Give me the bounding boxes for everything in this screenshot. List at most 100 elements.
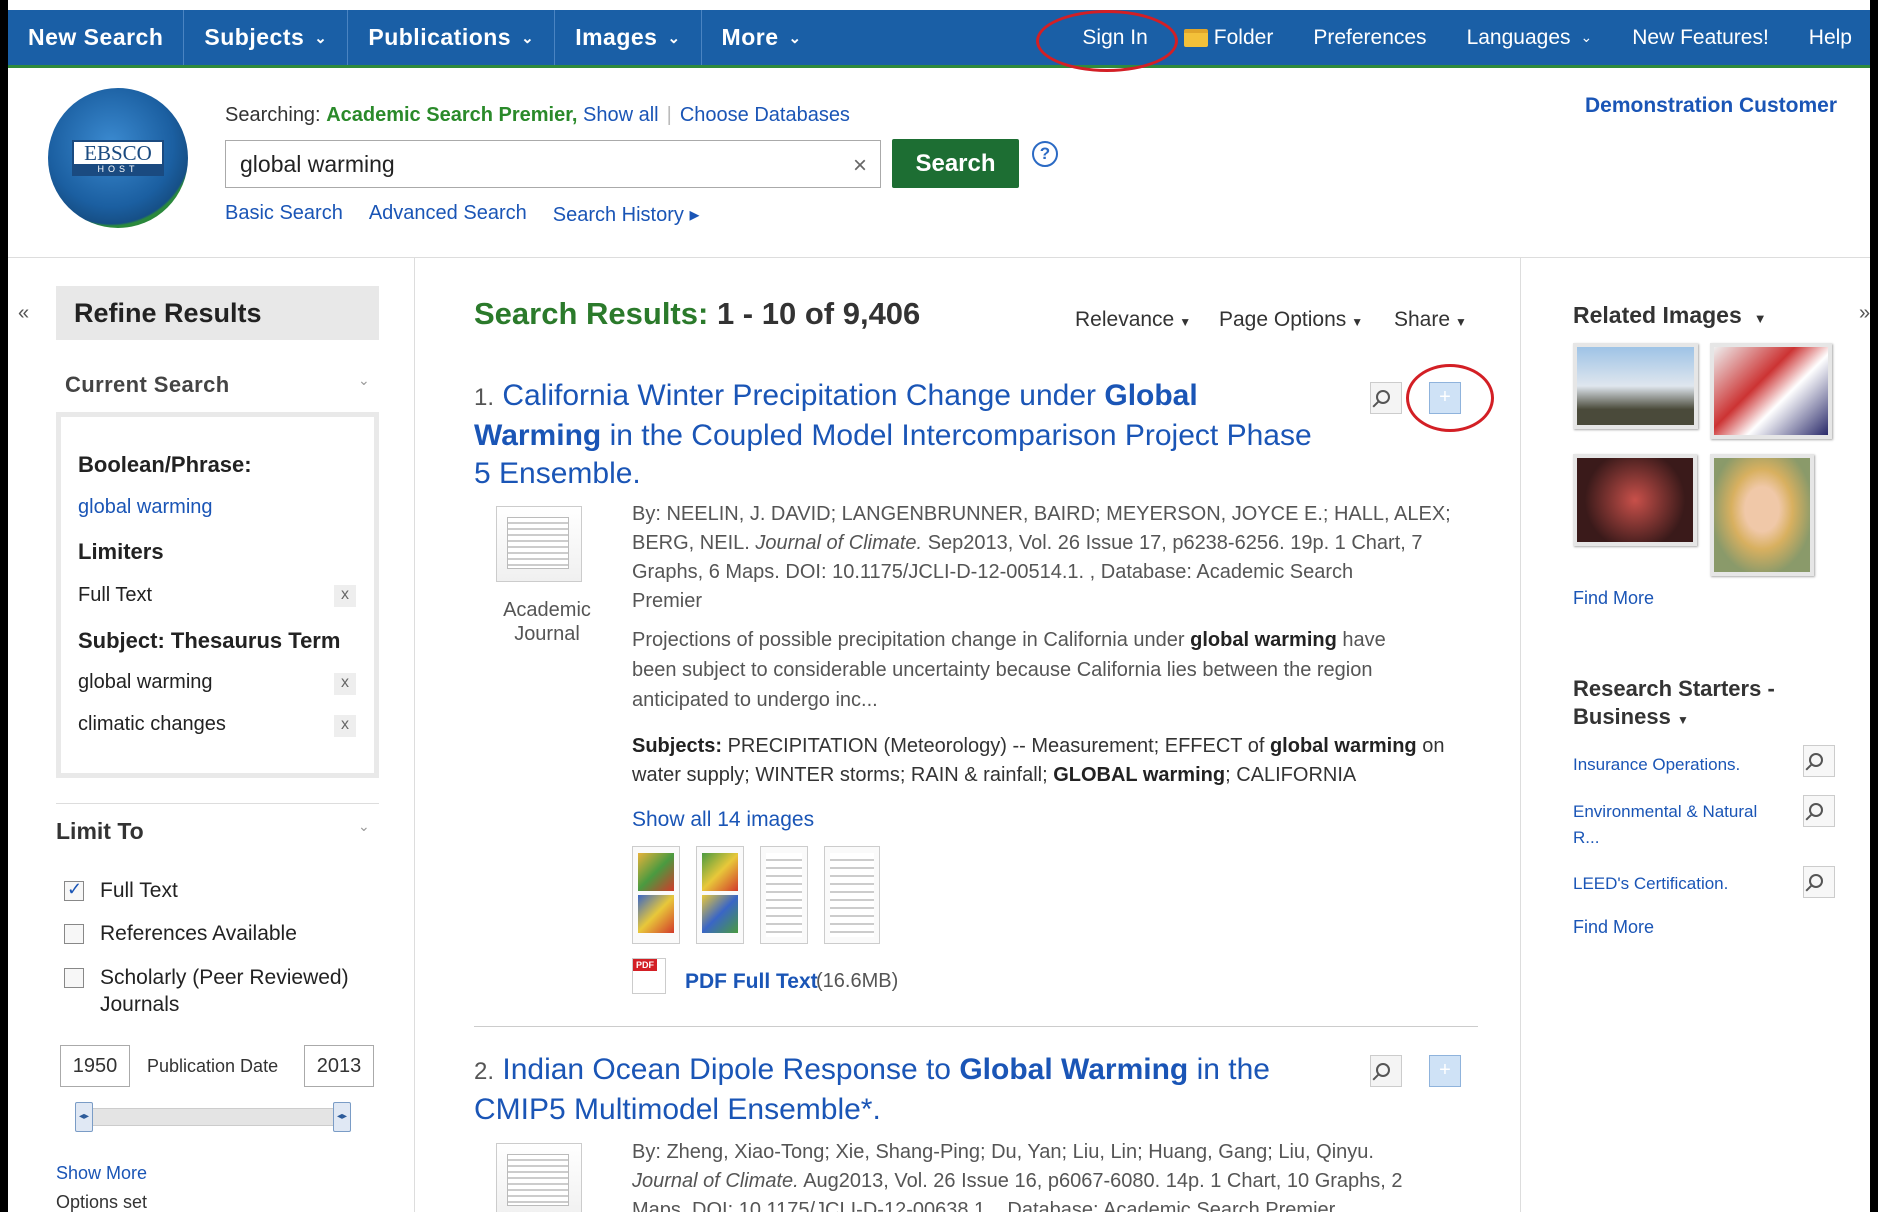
results-title: Search Results: 1 - 10 of 9,406: [474, 296, 920, 332]
result-abstract: Projections of possible precipitation ch…: [632, 629, 1386, 711]
folder-icon: [1183, 28, 1208, 47]
refine-results-heading: Refine Results: [56, 286, 379, 340]
show-all-link[interactable]: Show all: [583, 104, 659, 126]
ebscohost-logo[interactable]: EBSCO HOST: [48, 88, 188, 228]
subject-term: global warming: [78, 671, 213, 693]
nav-more[interactable]: More ⌄: [702, 10, 822, 65]
search-input[interactable]: global warming: [225, 140, 881, 188]
related-image-portrait[interactable]: [1710, 454, 1814, 576]
image-thumbnail[interactable]: [824, 846, 880, 944]
pdf-full-text-link[interactable]: PDF Full Text: [685, 970, 818, 994]
logo-subtext: HOST: [74, 164, 162, 174]
image-thumbnail[interactable]: [760, 846, 808, 944]
research-starter-link[interactable]: Environmental & Natural R...: [1573, 799, 1783, 851]
preview-icon[interactable]: [1803, 866, 1835, 898]
folder-link[interactable]: Folder: [1178, 26, 1294, 50]
image-thumbnail[interactable]: [632, 846, 680, 944]
header-divider: [8, 257, 1870, 258]
options-set-label: Options set: [56, 1192, 148, 1212]
caret-down-icon: ▼: [1676, 713, 1689, 727]
annotation-circle-add-folder: [1406, 364, 1494, 432]
page-options-menu[interactable]: Page Options ▼: [1219, 308, 1363, 332]
show-all-images-link[interactable]: Show all 14 images: [632, 808, 814, 832]
result-subjects: Subjects: PRECIPITATION (Meteorology) --…: [632, 735, 1445, 786]
date-slider-track[interactable]: [80, 1108, 350, 1126]
show-more-link[interactable]: Show More: [56, 1163, 147, 1184]
nav-images[interactable]: Images ⌄: [555, 10, 702, 65]
related-images-heading[interactable]: Related Images ▼: [1573, 302, 1767, 329]
share-menu[interactable]: Share ▼: [1394, 308, 1467, 332]
research-starters-heading[interactable]: Research Starters - Business ▼: [1573, 675, 1775, 734]
search-history-link[interactable]: Search History ▸: [553, 202, 700, 227]
results-range: 1 - 10 of 9,406: [716, 296, 921, 331]
academic-journal-icon[interactable]: [496, 1143, 582, 1212]
remove-subject-icon[interactable]: x: [334, 673, 356, 695]
result-divider: [474, 1026, 1478, 1027]
nav-new-search[interactable]: New Search: [8, 10, 185, 65]
related-image-exhibit[interactable]: [1710, 343, 1832, 439]
nav-publications[interactable]: Publications ⌄: [348, 10, 556, 65]
remove-limiter-icon[interactable]: x: [334, 585, 356, 607]
remove-subject-icon[interactable]: x: [334, 715, 356, 737]
related-image-people[interactable]: [1573, 454, 1697, 546]
help-link[interactable]: Help: [1789, 26, 1870, 50]
add-to-folder-icon[interactable]: +: [1429, 1055, 1461, 1087]
chevron-down-icon: ⌄: [1580, 29, 1593, 45]
result-number: 2.: [474, 1058, 495, 1085]
top-nav-left: New Search Subjects ⌄ Publications ⌄ Image…: [8, 10, 822, 65]
languages-menu[interactable]: Languages ⌄: [1447, 26, 1613, 50]
full-text-checkbox[interactable]: [64, 879, 84, 901]
choose-databases-link[interactable]: Choose Databases: [680, 104, 850, 126]
preview-icon[interactable]: [1370, 1055, 1402, 1087]
result-title[interactable]: 2. Indian Ocean Dipole Response to Globa…: [474, 1051, 1374, 1129]
find-more-starters-link[interactable]: Find More: [1573, 917, 1654, 938]
preview-icon[interactable]: [1803, 795, 1835, 827]
chevron-down-icon[interactable]: ⌄: [358, 818, 370, 835]
separator: |: [666, 104, 672, 126]
result-title[interactable]: 1. California Winter Precipitation Chang…: [474, 377, 1374, 493]
basic-search-link[interactable]: Basic Search: [225, 202, 343, 227]
date-to-input[interactable]: 2013: [304, 1045, 374, 1087]
page: New Search Subjects ⌄ Publications ⌄ Image…: [0, 0, 1878, 1212]
search-button[interactable]: Search: [892, 139, 1019, 188]
references-checkbox[interactable]: [64, 924, 84, 944]
collapse-left-icon[interactable]: «: [18, 302, 29, 325]
caret-down-icon: ▼: [1179, 315, 1192, 329]
clear-search-icon[interactable]: ×: [853, 152, 867, 180]
searching-label: Searching:: [225, 104, 321, 126]
result-citation: By: NEELIN, J. DAVID; LANGENBRUNNER, BAI…: [632, 503, 1451, 612]
current-search-heading[interactable]: Current Search: [65, 372, 230, 398]
date-from-input[interactable]: 1950: [60, 1045, 130, 1087]
chevron-down-icon: ⌄: [667, 29, 681, 47]
related-image-capitol[interactable]: [1573, 343, 1698, 429]
limit-to-heading[interactable]: Limit To: [56, 818, 144, 845]
research-starter-link[interactable]: Insurance Operations.: [1573, 752, 1783, 778]
pdf-icon[interactable]: [632, 958, 666, 994]
pdf-size: (16.6MB): [816, 970, 899, 992]
help-icon[interactable]: ?: [1032, 141, 1058, 167]
find-more-images-link[interactable]: Find More: [1573, 588, 1654, 609]
advanced-search-link[interactable]: Advanced Search: [369, 202, 527, 227]
new-features-link[interactable]: New Features!: [1612, 26, 1789, 50]
references-label: References Available: [100, 922, 297, 945]
slider-handle-right[interactable]: ◂▸: [333, 1102, 351, 1132]
collapse-right-icon[interactable]: »: [1859, 302, 1870, 325]
nav-subjects[interactable]: Subjects ⌄: [184, 10, 349, 65]
logo-text: EBSCO: [84, 141, 152, 165]
preview-icon[interactable]: [1803, 745, 1835, 777]
preferences-link[interactable]: Preferences: [1293, 26, 1446, 50]
slider-handle-left[interactable]: ◂▸: [75, 1102, 93, 1132]
academic-journal-icon[interactable]: [496, 506, 582, 582]
scholarly-checkbox[interactable]: [64, 968, 84, 988]
chevron-down-icon[interactable]: ⌄: [358, 372, 370, 389]
relevance-sort[interactable]: Relevance ▼: [1075, 308, 1191, 332]
caret-down-icon: ▼: [1351, 315, 1364, 329]
limiters-label: Limiters: [78, 539, 164, 564]
image-thumbnail[interactable]: [696, 846, 744, 944]
top-nav-bar: New Search Subjects ⌄ Publications ⌄ Image…: [8, 10, 1870, 68]
research-starter-link[interactable]: LEED's Certification.: [1573, 871, 1783, 897]
boolean-phrase-value[interactable]: global warming: [78, 496, 213, 519]
top-nav-right: Sign In Folder Preferences Languages ⌄ Ne…: [1062, 10, 1870, 65]
preview-icon[interactable]: [1370, 382, 1402, 414]
chevron-down-icon: ⌄: [788, 29, 802, 47]
